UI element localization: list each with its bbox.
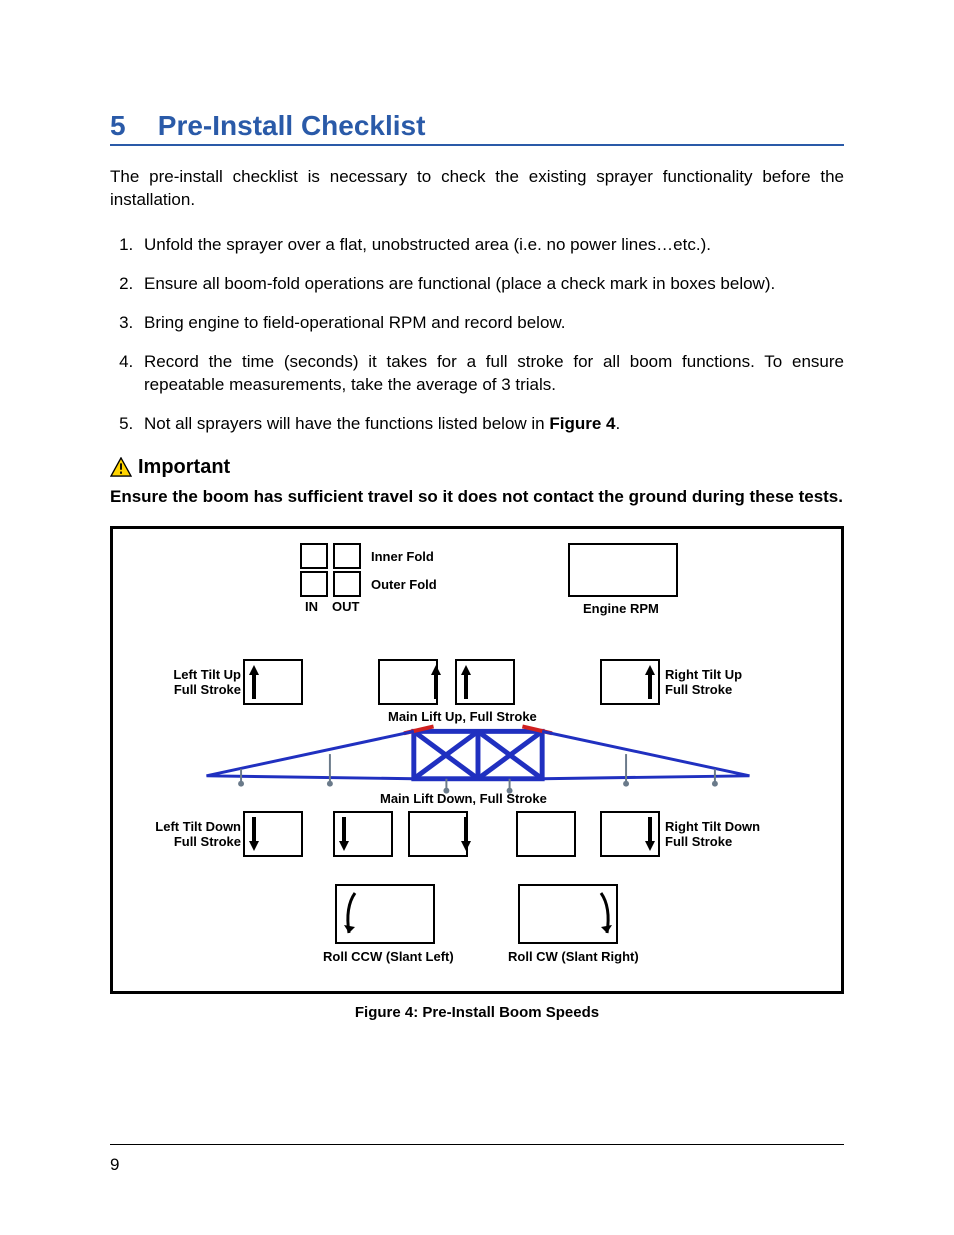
- label-left-tilt-down: Left Tilt Down Full Stroke: [143, 819, 241, 849]
- footer-divider: [110, 1144, 844, 1145]
- checklist-item: Ensure all boom-fold operations are func…: [138, 273, 844, 296]
- arrow-down-icon: [247, 815, 261, 853]
- checklist-item-text: Not all sprayers will have the functions…: [144, 414, 549, 433]
- checklist-item-tail: .: [616, 414, 621, 433]
- important-callout-header: Important: [110, 456, 844, 479]
- checklist-item: Not all sprayers will have the functions…: [138, 413, 844, 436]
- label-roll-cw: Roll CW (Slant Right): [508, 949, 639, 964]
- figure-4-diagram: Inner Fold Outer Fold IN OUT Engine RPM …: [110, 526, 844, 994]
- checklist-item: Record the time (seconds) it takes for a…: [138, 351, 844, 397]
- page-number: 9: [110, 1155, 119, 1175]
- figure-reference: Figure 4: [549, 414, 615, 433]
- checklist: Unfold the sprayer over a flat, unobstru…: [110, 234, 844, 436]
- boom-illustration: [113, 529, 841, 991]
- label-right-tilt-down: Right Tilt Down Full Stroke: [665, 819, 760, 849]
- section-title-text: Pre-Install Checklist: [158, 110, 426, 141]
- figure-caption: Figure 4: Pre-Install Boom Speeds: [110, 1004, 844, 1021]
- arrow-down-icon: [459, 815, 473, 853]
- warning-icon: [110, 457, 132, 477]
- checklist-item: Bring engine to field-operational RPM an…: [138, 312, 844, 335]
- important-label: Important: [138, 456, 230, 479]
- arrow-down-icon: [643, 815, 657, 853]
- arrow-down-icon: [337, 815, 351, 853]
- important-text: Ensure the boom has sufficient travel so…: [110, 485, 844, 509]
- section-heading: 5 Pre-Install Checklist: [110, 110, 844, 146]
- section-number: 5: [110, 110, 150, 142]
- checklist-item: Unfold the sprayer over a flat, unobstru…: [138, 234, 844, 257]
- intro-paragraph: The pre-install checklist is necessary t…: [110, 166, 844, 212]
- arrow-curve-cw-icon: [593, 889, 615, 939]
- label-roll-ccw: Roll CCW (Slant Left): [323, 949, 454, 964]
- field-extra[interactable]: [516, 811, 576, 857]
- arrow-curve-ccw-icon: [341, 889, 363, 939]
- label-main-lift-down: Main Lift Down, Full Stroke: [380, 791, 547, 806]
